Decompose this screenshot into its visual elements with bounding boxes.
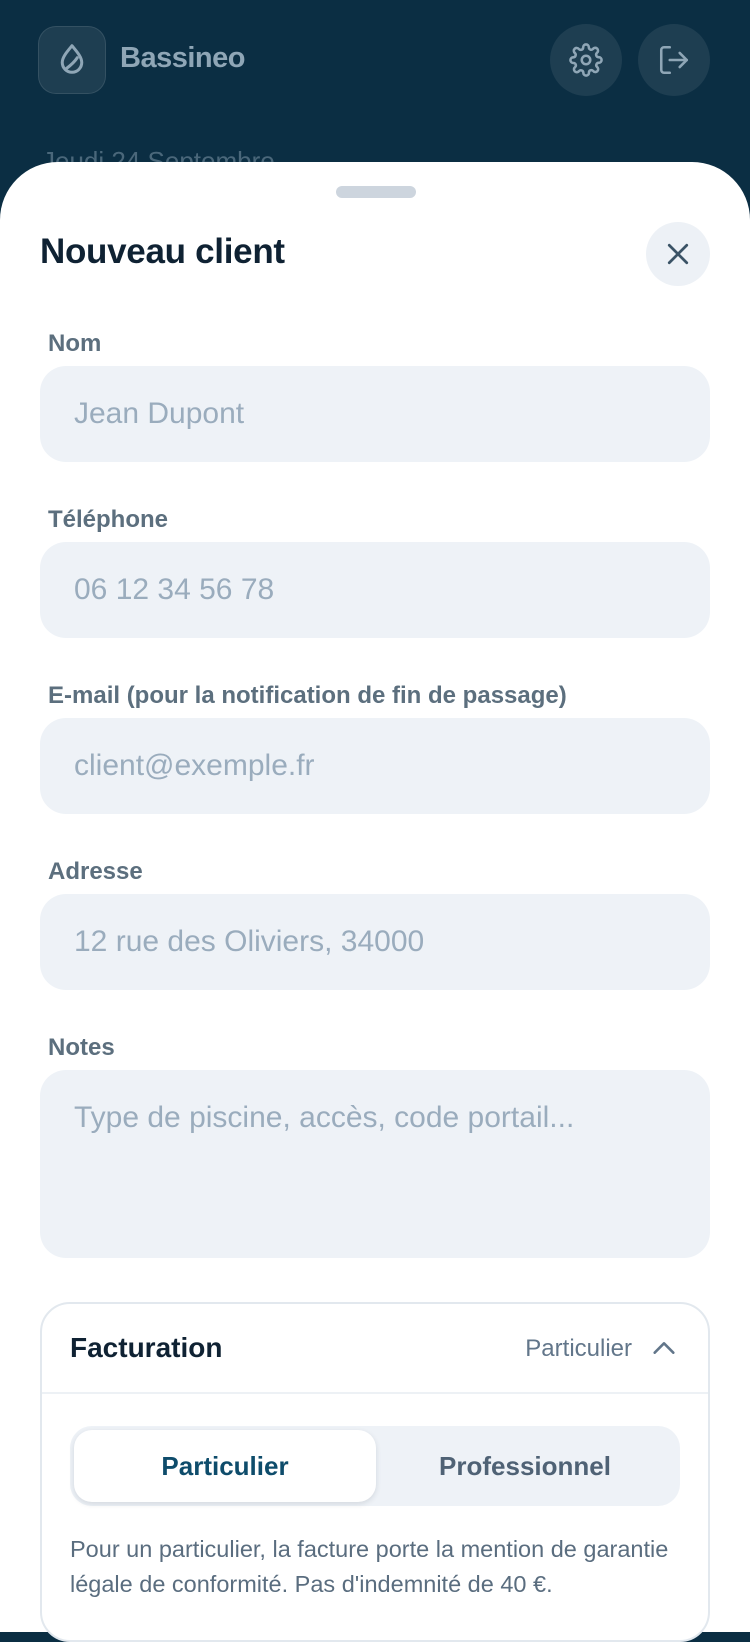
close-button[interactable]: [646, 222, 710, 286]
water-drop-icon: [60, 44, 84, 74]
logout-icon: [659, 45, 689, 75]
app-name: Bassineo: [120, 42, 245, 74]
app-logo: [38, 26, 106, 94]
gear-icon: [569, 43, 603, 77]
close-icon: [667, 243, 689, 265]
client-type-toggle: Particulier Professionnel: [70, 1426, 680, 1506]
notes-label: Notes: [48, 1034, 115, 1061]
name-input[interactable]: [40, 366, 710, 462]
option-particulier[interactable]: Particulier: [74, 1430, 376, 1502]
phone-label: Téléphone: [48, 506, 169, 533]
logout-button[interactable]: [638, 24, 710, 96]
billing-note: Pour un particulier, la facture porte la…: [70, 1536, 669, 1597]
chevron-up-icon: [653, 1342, 675, 1354]
settings-button[interactable]: [550, 24, 622, 96]
notes-textarea[interactable]: [40, 1070, 710, 1258]
billing-section: Facturation Particulier Particulier Prof…: [40, 1302, 710, 1642]
email-label: E-mail (pour la notification de fin de p…: [48, 682, 567, 709]
sheet-drag-handle[interactable]: [336, 186, 416, 198]
billing-accordion-header[interactable]: Facturation Particulier: [42, 1304, 708, 1394]
address-input[interactable]: [40, 894, 710, 990]
billing-selected-value: Particulier: [525, 1335, 632, 1362]
sheet-title: Nouveau client: [40, 232, 285, 271]
option-professionnel[interactable]: Professionnel: [374, 1430, 676, 1502]
billing-title: Facturation: [70, 1332, 223, 1363]
address-label: Adresse: [48, 858, 143, 885]
phone-input[interactable]: [40, 542, 710, 638]
email-input[interactable]: [40, 718, 710, 814]
name-label: Nom: [48, 330, 102, 357]
